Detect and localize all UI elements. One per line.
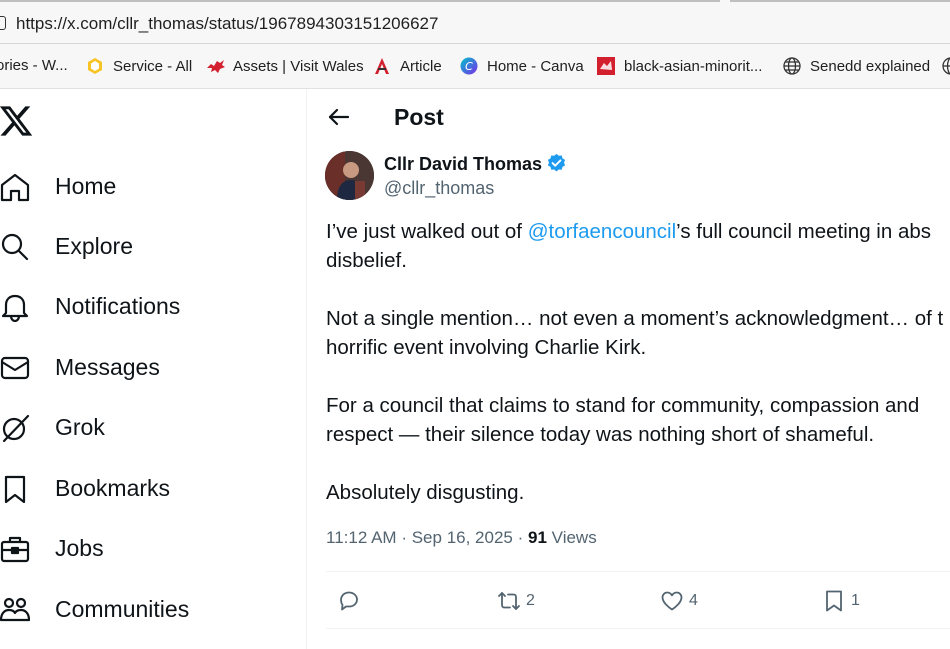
home-icon [0,172,30,202]
text-segment: For a council that claims to stand for c… [326,394,920,417]
nav-label: Explore [55,233,133,259]
avatar[interactable] [325,151,374,200]
like-count: 4 [689,592,698,609]
views-count: 91 [528,528,547,547]
like-button[interactable]: 4 [655,588,698,614]
bell-icon [0,292,30,323]
bookmark-label: black-asian-minorit... [624,57,763,75]
author-name[interactable]: Cllr David Thomas [384,154,542,175]
nav-label: Notifications [55,293,181,319]
bookmark-black-asian-minority[interactable]: black-asian-minorit... [597,57,762,75]
verified-badge-icon [546,153,567,174]
nav-label: Bookmarks [55,475,171,501]
page-info-icon[interactable] [0,16,6,30]
svg-text:C: C [465,60,473,73]
nav-label: Jobs [55,535,104,561]
bookmark-article[interactable]: Article [373,57,442,75]
x-logo-icon[interactable] [0,103,34,139]
canva-icon: C [460,57,478,75]
mention-link[interactable]: @torfaencouncil [528,220,676,243]
text-segment: respect — their silence today was nothin… [326,423,875,446]
post-paragraph: I’ve just walked out of @torfaencouncil’… [326,217,950,275]
divider [326,571,950,572]
bookmark-icon [0,474,30,504]
text-segment: Absolutely disgusting. [326,481,525,504]
meta-separator: · [517,528,524,547]
bookmark-label: Home - Canva [487,57,584,75]
heart-icon [660,589,684,613]
welsh-dragon-icon [206,57,225,75]
nav-label: Home [55,173,117,199]
bookmark-visit-wales[interactable]: Assets | Visit Wales [206,57,364,75]
text-segment: I’ve just walked out of [326,220,528,243]
envelope-icon [0,353,30,383]
back-arrow-icon[interactable] [327,105,351,129]
search-icon [0,232,30,262]
text-segment: ’s full council meeting in abs [676,220,932,243]
author-handle[interactable]: @cllr_thomas [384,178,494,199]
post-paragraph: For a council that claims to stand for c… [326,391,950,449]
post-date[interactable]: Sep 16, 2025 [412,528,513,547]
url-field[interactable]: https://x.com/cllr_thomas/status/1967894… [16,14,438,34]
globe-icon [783,57,801,75]
post-text: I’ve just walked out of @torfaencouncil’… [326,217,950,536]
bookmark-overflow[interactable] [942,57,950,75]
reply-button[interactable] [332,588,366,614]
text-segment: Not a single mention… not even a moment’… [326,307,944,330]
meta-separator: · [401,528,407,547]
page-title: Post [394,104,444,130]
nav-label: Messages [55,354,160,380]
bookmark-label: Senedd explained [810,57,931,75]
bookmarks-bar: ories - W... Service - All Assets | Visi… [0,44,950,89]
reply-icon [337,589,361,613]
address-bar: https://x.com/cllr_thomas/status/1967894… [0,0,950,44]
nav-label: Grok [55,414,105,440]
repost-button[interactable]: 2 [492,588,535,614]
post-time[interactable]: 11:12 AM [326,528,397,547]
article-logo-icon [373,57,391,75]
bookmark-count: 1 [851,592,860,609]
post-paragraph: Absolutely disgusting. [326,478,950,507]
repost-count: 2 [526,592,535,609]
people-icon [0,595,31,625]
hexagon-icon [86,57,104,75]
bookmark-canva[interactable]: C Home - Canva [460,57,584,75]
text-segment: horrific event involving Charlie Kirk. [326,336,647,359]
divider [326,628,950,629]
red-logo-icon [597,57,615,75]
nav-label: Communities [55,596,190,622]
bookmark-label: Article [400,57,442,75]
bookmark-icon [822,589,846,613]
repost-icon [497,589,521,613]
views-label: Views [551,528,597,547]
grok-icon [0,413,30,443]
globe-icon [942,57,950,75]
post-meta: 11:12 AM · Sep 16, 2025 · 91 Views [326,528,597,548]
briefcase-icon [0,534,30,564]
bookmark-service-all[interactable]: Service - All [86,57,192,75]
text-segment: disbelief. [326,249,407,272]
bookmark-stories[interactable]: ories - W... [0,57,68,74]
column-divider [306,89,307,649]
bookmark-label: ories - W... [0,57,68,74]
bookmark-label: Assets | Visit Wales [233,57,364,75]
post-paragraph: Not a single mention… not even a moment’… [326,304,950,362]
bookmark-label: Service - All [113,57,193,75]
bookmark-button[interactable]: 1 [817,588,860,614]
bookmark-senedd-explained[interactable]: Senedd explained [783,57,930,75]
